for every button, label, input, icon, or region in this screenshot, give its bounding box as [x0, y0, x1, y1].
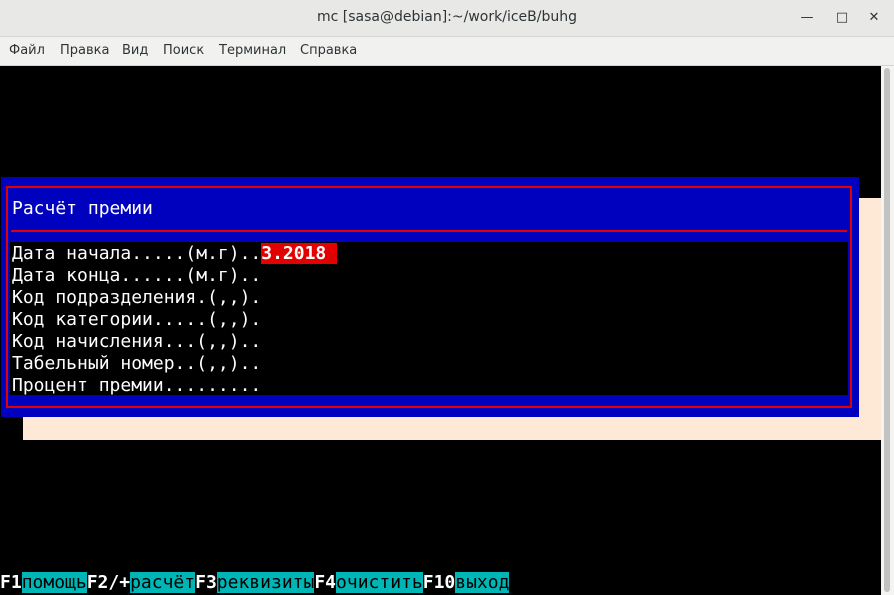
scrollbar[interactable]: [881, 66, 894, 595]
fkey-f4[interactable]: F4очистить: [314, 572, 423, 593]
field-row-start-date[interactable]: Дата начала.....(м.г)..3.2018: [12, 243, 338, 265]
fkey-f1[interactable]: F1помощь: [0, 572, 87, 593]
menu-file[interactable]: Файл: [9, 43, 45, 58]
field-row-department-code[interactable]: Код подразделения.(,,).: [12, 287, 261, 309]
dialog-title: Расчёт премии: [12, 198, 153, 219]
fkey-f10[interactable]: F10выход: [423, 572, 510, 593]
menu-terminal[interactable]: Терминал: [219, 43, 286, 58]
field-input-start-date[interactable]: 3.2018: [261, 243, 338, 264]
menu-search[interactable]: Поиск: [163, 43, 204, 58]
field-row-end-date[interactable]: Дата конца......(м.г)..: [12, 265, 261, 287]
menu-view[interactable]: Вид: [122, 43, 148, 58]
field-label: Код категории.....(,,).: [12, 309, 262, 330]
field-label: Табельный номер..(,,)..: [12, 353, 262, 374]
field-row-accrual-code[interactable]: Код начисления...(,,)..: [12, 331, 261, 353]
window-titlebar: mc [sasa@debian]:~/work/iceB/buhg — □ ✕: [0, 0, 894, 37]
close-icon[interactable]: ✕: [864, 8, 884, 28]
minimize-icon[interactable]: —: [797, 8, 817, 28]
field-label: Дата начала.....(м.г)..: [12, 243, 262, 264]
menu-help[interactable]: Справка: [300, 43, 357, 58]
menu-bar: Файл Правка Вид Поиск Терминал Справка: [0, 37, 894, 66]
maximize-icon[interactable]: □: [832, 8, 852, 28]
fkey-f2[interactable]: F2/+расчёт: [87, 572, 196, 593]
field-label: Дата конца......(м.г)..: [12, 265, 262, 286]
field-label: Процент премии.........: [12, 375, 262, 396]
dialog-separator: [11, 230, 847, 232]
field-label: Код начисления...(,,)..: [12, 331, 262, 352]
field-label: Код подразделения.(,,).: [12, 287, 262, 308]
field-row-personnel-number[interactable]: Табельный номер..(,,)..: [12, 353, 261, 375]
menu-edit[interactable]: Правка: [60, 43, 109, 58]
field-row-bonus-percent[interactable]: Процент премии.........: [12, 375, 261, 397]
field-row-category-code[interactable]: Код категории.....(,,).: [12, 309, 261, 331]
scrollbar-thumb[interactable]: [884, 68, 890, 592]
function-key-bar: F1помощьF2/+расчётF3реквизитыF4очиститьF…: [0, 572, 510, 594]
window-title: mc [sasa@debian]:~/work/iceB/buhg: [317, 9, 577, 25]
fkey-f3[interactable]: F3реквизиты: [195, 572, 315, 593]
